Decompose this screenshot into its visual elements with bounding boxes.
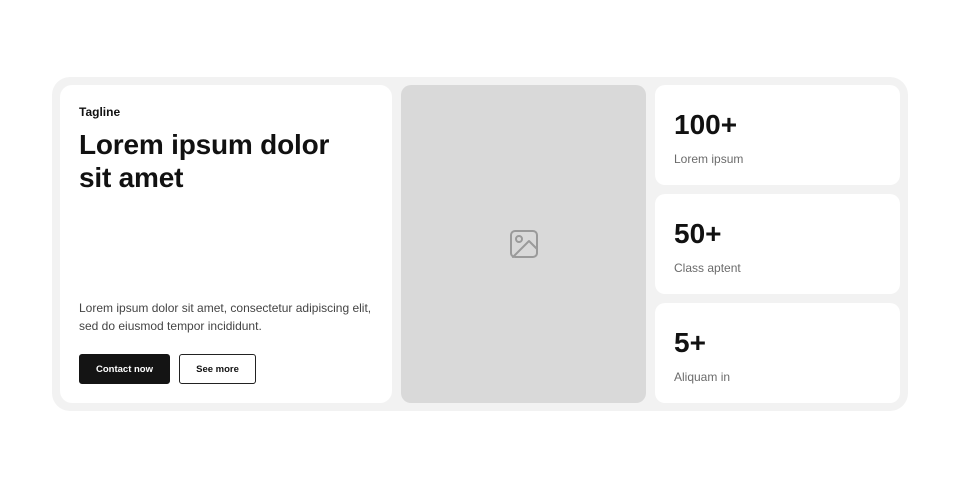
stat-card: 5+ Aliquam in	[655, 303, 900, 403]
stat-card: 50+ Class aptent	[655, 194, 900, 294]
stat-card: 100+ Lorem ipsum	[655, 85, 900, 185]
hero-section: Tagline Lorem ipsum dolor sit amet Lorem…	[52, 77, 908, 411]
image-placeholder	[401, 85, 646, 403]
stat-value: 50+	[674, 218, 722, 249]
tagline: Tagline	[79, 105, 121, 119]
stat-label: Class aptent	[674, 261, 741, 275]
contact-now-button[interactable]: Contact now	[79, 354, 170, 384]
image-placeholder-icon	[509, 230, 538, 258]
page-title: Lorem ipsum dolor sit amet	[79, 129, 330, 193]
stat-value: 100+	[674, 109, 738, 140]
hero-description: Lorem ipsum dolor sit amet, consectetur …	[79, 301, 372, 333]
see-more-button[interactable]: See more	[179, 354, 256, 384]
stat-label: Aliquam in	[674, 370, 731, 384]
stat-value: 5+	[674, 327, 706, 358]
stat-label: Lorem ipsum	[674, 152, 744, 166]
hero-content-card: Tagline Lorem ipsum dolor sit amet Lorem…	[60, 85, 392, 403]
